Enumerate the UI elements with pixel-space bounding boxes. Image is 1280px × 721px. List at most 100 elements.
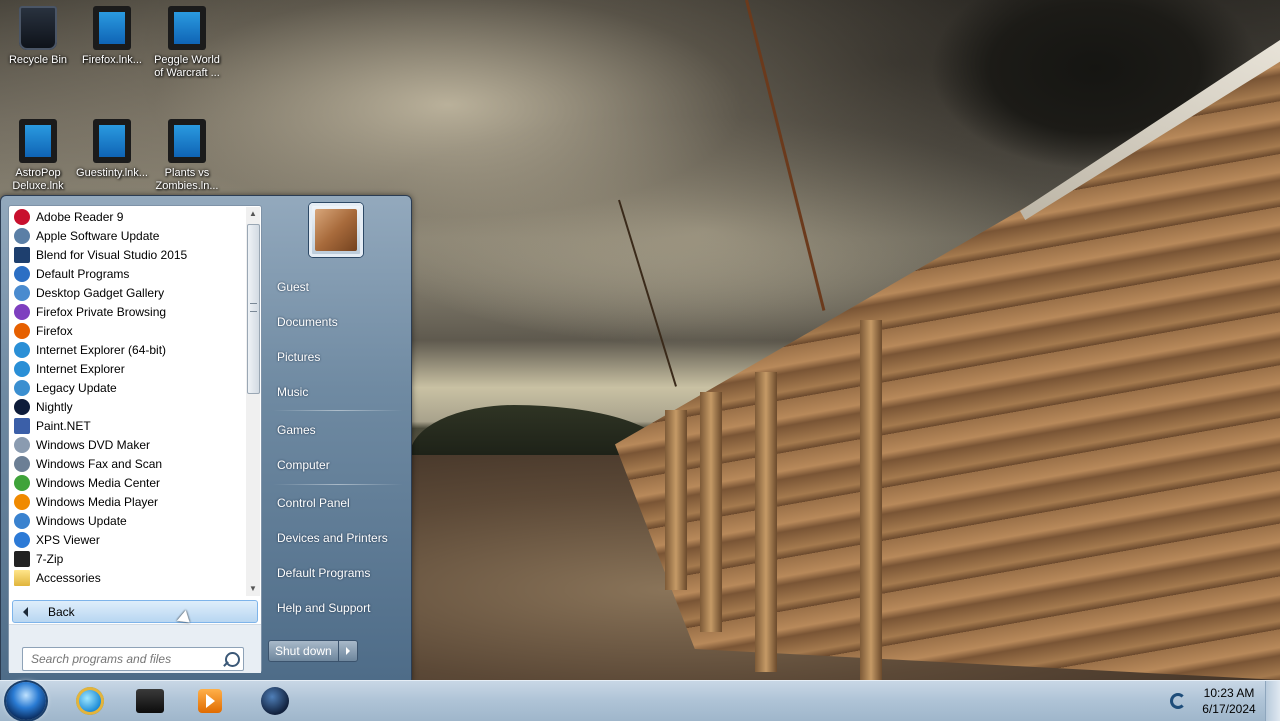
desktop-icon-label: Plants vs Zombies.ln... [155,167,219,192]
chevron-right-icon [345,647,350,655]
program-item[interactable]: Firefox [10,321,246,340]
shortcut-icon [93,6,131,50]
scrollbar-thumb[interactable] [247,224,260,394]
network-tray-icon[interactable] [1170,693,1186,709]
program-item[interactable]: Windows Update [10,511,246,530]
program-item[interactable]: Firefox Private Browsing [10,302,246,321]
program-item[interactable]: Accessories [10,568,246,587]
program-label: Blend for Visual Studio 2015 [36,247,188,262]
start-menu: Adobe Reader 9 Apple Software Update Blend… [0,195,412,682]
program-item[interactable]: Internet Explorer [10,359,246,378]
media-player-icon [198,689,222,713]
desktop-icon-peggle[interactable]: Peggle World of Warcraft ... [149,0,225,80]
start-menu-right-pane: Guest Documents Pictures Music Games Com… [263,196,411,681]
program-item[interactable]: Legacy Update [10,378,246,397]
internet-explorer-icon [14,360,30,377]
gadget-gallery-icon [14,284,30,301]
program-item[interactable]: XPS Viewer [10,530,246,549]
start-button[interactable] [6,682,46,720]
shortcut-icon [168,119,206,163]
right-link-games[interactable]: Games [269,417,405,443]
program-item[interactable]: Default Programs [10,264,246,283]
all-programs-list: Adobe Reader 9 Apple Software Update Blend… [10,207,246,597]
program-label: Internet Explorer [36,361,125,376]
right-link-help-support[interactable]: Help and Support [269,595,405,621]
firefox-icon [14,322,30,339]
desktop-icon-label: Guestinty.lnk... [76,167,148,179]
show-desktop-button[interactable] [1265,681,1280,721]
right-link-computer[interactable]: Computer [269,452,405,478]
right-link-control-panel[interactable]: Control Panel [269,490,405,516]
taskbar: 10:23 AM 6/17/2024 [0,680,1280,721]
search-icon[interactable] [225,651,240,667]
desktop-icon-label: Firefox.lnk... [82,54,142,66]
firefox-private-icon [14,303,30,320]
apple-update-icon [14,227,30,244]
scroll-down-arrow-icon[interactable]: ▼ [246,582,260,596]
program-label: Firefox Private Browsing [36,304,167,319]
shortcut-icon [93,119,131,163]
paint-net-icon [14,417,30,434]
taskbar-app-globe[interactable] [258,684,292,718]
shutdown-button[interactable]: Shut down [269,641,339,661]
adobe-reader-icon [14,208,30,225]
media-player-icon [14,493,30,510]
program-item[interactable]: Internet Explorer (64-bit) [10,340,246,359]
program-item[interactable]: Nightly [10,397,246,416]
scroll-up-arrow-icon[interactable]: ▲ [246,207,260,221]
search-input[interactable] [29,651,223,667]
dvd-maker-icon [14,436,30,453]
program-item[interactable]: Windows Media Center [10,473,246,492]
shortcut-icon [168,6,206,50]
program-label: Internet Explorer (64-bit) [36,342,167,357]
search-box[interactable] [22,647,244,671]
program-item[interactable]: Windows Fax and Scan [10,454,246,473]
desktop-icon-label: Peggle World of Warcraft ... [154,54,220,79]
program-item[interactable]: Blend for Visual Studio 2015 [10,245,246,264]
right-link-guest[interactable]: Guest [269,274,405,300]
right-link-default-programs[interactable]: Default Programs [269,560,405,586]
desktop-icon-recycle-bin[interactable]: Recycle Bin [0,0,76,67]
taskbar-app-media-player[interactable] [193,684,227,718]
system-clock[interactable]: 10:23 AM 6/17/2024 [1196,685,1262,717]
desktop-icon-plants-vs-zombies[interactable]: Plants vs Zombies.ln... [149,113,225,193]
desktop-icon-label: AstroPop Deluxe.lnk [12,167,64,192]
internet-explorer-icon [14,341,30,358]
back-arrow-icon [23,606,28,617]
media-center-icon [14,474,30,491]
program-item[interactable]: 7-Zip [10,549,246,568]
program-label: Windows DVD Maker [36,437,151,452]
fax-scan-icon [14,455,30,472]
taskbar-app-box[interactable] [133,684,167,718]
right-link-pictures[interactable]: Pictures [269,344,405,370]
right-link-documents[interactable]: Documents [269,309,405,335]
desktop-icon-astropop[interactable]: AstroPop Deluxe.lnk [0,113,76,193]
program-item[interactable]: Desktop Gadget Gallery [10,283,246,302]
blend-icon [14,246,30,263]
program-label: Accessories [36,570,101,585]
program-item[interactable]: Apple Software Update [10,226,246,245]
right-link-devices-printers[interactable]: Devices and Printers [269,525,405,551]
program-item[interactable]: Paint.NET [10,416,246,435]
program-list-scrollbar[interactable]: ▲ ▼ [246,207,260,596]
clock-date: 6/17/2024 [1202,702,1256,716]
taskbar-app-internet-explorer[interactable] [73,684,107,718]
internet-explorer-icon [76,687,104,715]
windows-update-icon [14,512,30,529]
right-link-music[interactable]: Music [269,379,405,405]
shutdown-button-group: Shut down [268,640,358,662]
desktop-icon-firefox[interactable]: Firefox.lnk... [74,0,150,67]
back-button[interactable]: Back [12,600,258,623]
start-menu-left-pane: Adobe Reader 9 Apple Software Update Blend… [8,205,262,673]
shutdown-options-button[interactable] [339,641,357,661]
program-label: Firefox [36,323,73,338]
program-label: Windows Media Center [36,475,161,490]
divider [273,484,403,485]
default-programs-icon [14,265,30,282]
desktop-icon-guestinty[interactable]: Guestinty.lnk... [74,113,150,180]
program-item[interactable]: Adobe Reader 9 [10,207,246,226]
program-label: XPS Viewer [36,532,100,547]
program-item[interactable]: Windows Media Player [10,492,246,511]
program-item[interactable]: Windows DVD Maker [10,435,246,454]
user-avatar[interactable] [309,203,363,257]
